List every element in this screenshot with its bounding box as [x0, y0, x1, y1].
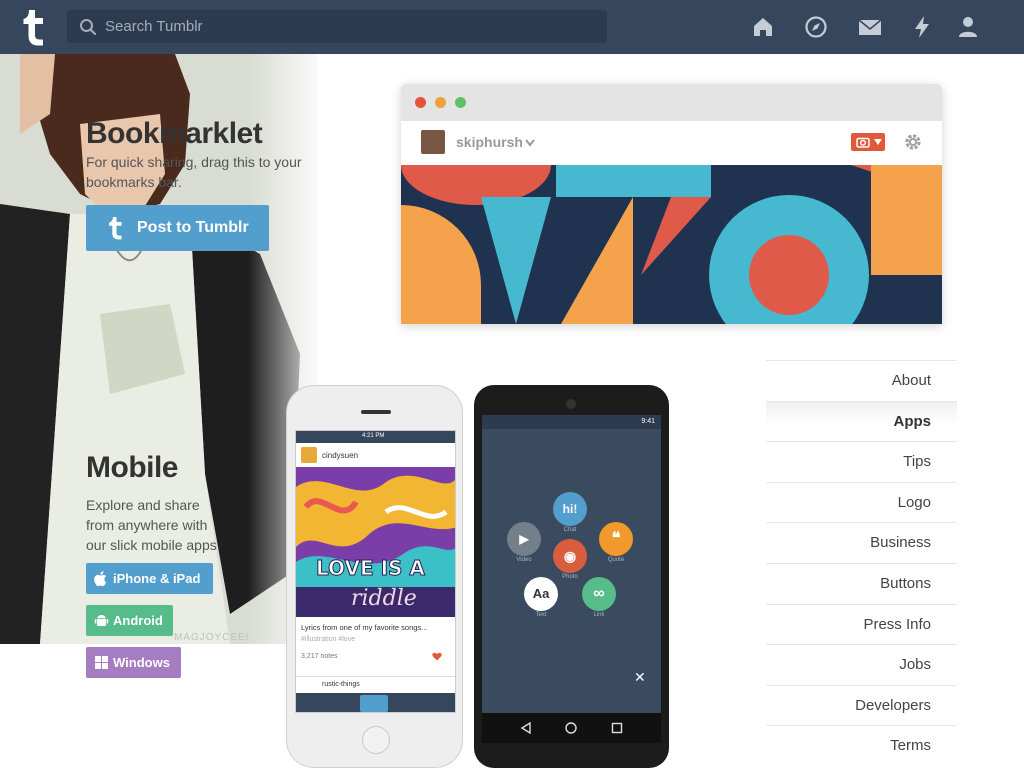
- mail-icon[interactable]: [858, 15, 882, 39]
- caret-down-icon: [874, 139, 882, 145]
- menu-item-logo[interactable]: Logo: [766, 481, 957, 523]
- video-label: Video: [516, 557, 532, 563]
- chat-label: Chat: [563, 527, 577, 533]
- search-input[interactable]: [105, 10, 595, 43]
- android-screen: 9:41 hi! Chat ❝ Quote ◉ Photo ▶ Video Aa…: [482, 415, 661, 715]
- android-button[interactable]: Android: [86, 605, 173, 636]
- close-icon: ✕: [634, 669, 646, 685]
- android-time: 9:41: [641, 418, 655, 425]
- art-text-line1: LOVE IS A: [316, 556, 425, 580]
- menu-item-tips[interactable]: Tips: [766, 441, 957, 482]
- iphone-status-bar: 4:21 PM: [296, 431, 455, 443]
- heart-icon: [432, 652, 442, 661]
- next-post-username: rustic-things: [322, 681, 360, 688]
- mobile-description-line3: our slick mobile apps.: [86, 537, 221, 553]
- browser-blog-header: skiphursh: [401, 121, 942, 165]
- close-dot-icon: [415, 97, 426, 108]
- menu-item-buttons[interactable]: Buttons: [766, 562, 957, 604]
- bookmarklet-description-line1: For quick sharing, drag this to your: [86, 154, 302, 170]
- post-divider: [296, 676, 455, 677]
- windows-label: Windows: [113, 655, 170, 670]
- mobile-title: Mobile: [86, 451, 179, 484]
- link-bubble: ∞: [582, 577, 616, 611]
- home-icon[interactable]: [751, 15, 775, 39]
- android-camera: [566, 399, 576, 409]
- maximize-dot-icon: [455, 97, 466, 108]
- iphone-ipad-button[interactable]: iPhone & iPad: [86, 563, 213, 594]
- browser-mockup: skiphursh: [401, 84, 942, 324]
- photo-label: Photo: [562, 574, 578, 580]
- iphone-speaker: [361, 410, 391, 414]
- menu-item-jobs[interactable]: Jobs: [766, 644, 957, 685]
- apple-icon: [94, 571, 107, 586]
- gear-icon: [905, 134, 921, 150]
- menu-item-terms[interactable]: Terms: [766, 725, 957, 766]
- windows-button[interactable]: Windows: [86, 647, 181, 678]
- recents-icon: [611, 722, 623, 734]
- search-bar[interactable]: [67, 10, 607, 43]
- search-icon: [80, 19, 97, 36]
- home-circle-icon: [565, 722, 577, 734]
- post-to-tumblr-button[interactable]: Post to Tumblr: [86, 205, 269, 251]
- top-navigation-bar: [0, 0, 1024, 54]
- lightning-icon[interactable]: [910, 15, 934, 39]
- post-header: cindysuen: [296, 443, 455, 467]
- compose-tab: [360, 695, 388, 712]
- mobile-description-line1: Explore and share: [86, 497, 200, 513]
- iphone-tab-bar: [296, 693, 455, 712]
- mobile-description-line2: from anywhere with: [86, 517, 208, 533]
- love-is-a-riddle-artwork: LOVE IS A riddle: [296, 467, 455, 617]
- post-avatar: [301, 447, 317, 463]
- blog-username: skiphursh: [456, 134, 523, 150]
- chevron-down-icon: [525, 139, 535, 147]
- text-label: Text: [535, 612, 547, 618]
- mobile-description: Explore and share from anywhere with our…: [86, 495, 221, 555]
- iphone-mockup: 4:21 PM cindysuen LOVE IS A riddle Lyric…: [286, 385, 463, 768]
- video-bubble: ▶: [507, 522, 541, 556]
- photo-bubble: ◉: [553, 539, 587, 573]
- user-icon[interactable]: [956, 15, 980, 39]
- iphone-home-button: [362, 726, 390, 754]
- quote-bubble: ❝: [599, 522, 633, 556]
- tumblr-logo-icon[interactable]: [17, 8, 49, 46]
- android-nav-bar: [482, 713, 661, 743]
- art-text-line2: riddle: [351, 586, 417, 611]
- compass-icon[interactable]: [804, 15, 828, 39]
- chat-bubble: hi!: [553, 492, 587, 526]
- menu-item-press-info[interactable]: Press Info: [766, 603, 957, 645]
- photo-watermark: MAGJOYCEE!: [174, 632, 250, 643]
- tumblr-t-icon: [109, 217, 122, 240]
- windows-icon: [95, 656, 108, 669]
- android-icon: [94, 615, 109, 626]
- post-tags: #illustration #love: [301, 636, 356, 643]
- geometric-artwork: [401, 165, 942, 324]
- iphone-ipad-label: iPhone & iPad: [113, 571, 201, 586]
- menu-item-business[interactable]: Business: [766, 522, 957, 563]
- bookmarklet-description-line2: bookmarks bar.: [86, 174, 182, 190]
- post-username: cindysuen: [322, 451, 359, 460]
- iphone-screen: 4:21 PM cindysuen LOVE IS A riddle Lyric…: [295, 430, 456, 713]
- bookmarklet-title: Bookmarklet: [86, 117, 263, 150]
- android-mockup: 9:41 hi! Chat ❝ Quote ◉ Photo ▶ Video Aa…: [474, 385, 669, 768]
- post-caption: Lyrics from one of my favorite songs...: [301, 623, 428, 632]
- menu-item-developers[interactable]: Developers: [766, 684, 957, 726]
- iphone-time: 4:21 PM: [362, 433, 385, 439]
- bookmarklet-description: For quick sharing, drag this to your boo…: [86, 152, 302, 192]
- camera-icon: [856, 137, 870, 148]
- menu-item-apps[interactable]: Apps: [766, 400, 957, 442]
- link-label: Link: [593, 612, 605, 618]
- android-label: Android: [113, 613, 163, 628]
- back-icon: [520, 722, 531, 734]
- menu-item-about[interactable]: About: [766, 360, 957, 401]
- avatar: [421, 130, 445, 154]
- post-to-tumblr-label: Post to Tumblr: [137, 219, 249, 236]
- text-bubble: Aa: [524, 577, 558, 611]
- post-notes: 3,217 notes: [301, 653, 338, 660]
- side-menu: About Apps Tips Logo Business Buttons Pr…: [766, 360, 957, 766]
- minimize-dot-icon: [435, 97, 446, 108]
- quote-label: Quote: [607, 557, 625, 563]
- android-status-bar: 9:41: [482, 415, 661, 429]
- camera-button: [851, 133, 885, 151]
- browser-chrome: [401, 84, 942, 121]
